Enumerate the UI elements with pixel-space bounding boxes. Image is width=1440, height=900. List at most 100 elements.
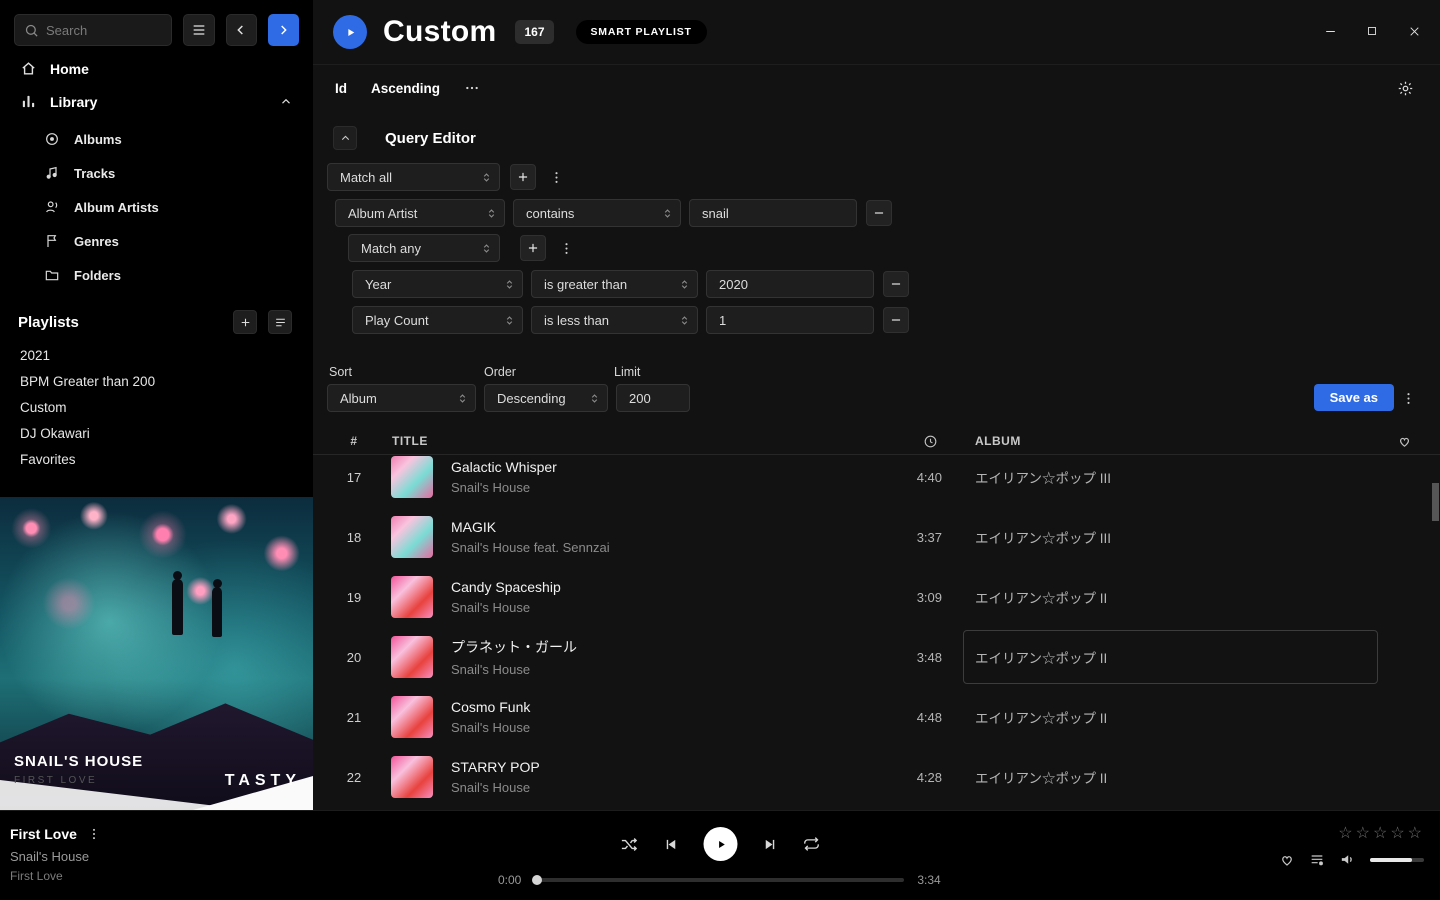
collapse-query-editor-button[interactable] [333, 126, 357, 150]
track-artist[interactable]: Snail's House [451, 480, 831, 495]
track-album-focused[interactable]: エイリアン☆ポップ II [963, 630, 1378, 684]
play-playlist-button[interactable] [333, 15, 367, 49]
table-row[interactable]: 18 MAGIK Snail's House feat. Sennzai 3:3… [329, 507, 1440, 567]
track-artist[interactable]: Snail's House [451, 662, 831, 677]
star-icon[interactable]: ☆ [1390, 825, 1407, 842]
sort-direction-button[interactable]: Ascending [371, 81, 440, 96]
remove-rule-button[interactable] [866, 200, 892, 226]
table-row[interactable]: 20 プラネット・ガール Snail's House 3:48 エイリアン☆ポッ… [329, 627, 1440, 687]
rating-stars[interactable]: ☆☆☆☆☆ [1338, 823, 1425, 843]
group-menu-button[interactable] [556, 235, 576, 261]
maximize-button[interactable] [1354, 16, 1390, 46]
shuffle-button[interactable] [620, 835, 639, 854]
rule-field-select[interactable]: Play Count [352, 306, 523, 334]
playlist-item[interactable]: 2021 [0, 342, 313, 368]
save-as-button[interactable]: Save as [1314, 384, 1394, 411]
now-playing-artwork[interactable]: SNAIL'S HOUSE FIRST LOVE TASTY [0, 497, 313, 810]
settings-gear-button[interactable] [1397, 80, 1414, 97]
track-artist[interactable]: Snail's House [451, 720, 831, 735]
rule-field-select[interactable]: Album Artist [335, 199, 505, 227]
match-all-select[interactable]: Match all [327, 163, 500, 191]
add-rule-button[interactable] [510, 164, 536, 190]
sidebar-nav: Home Library Albums Tracks Al [0, 52, 313, 294]
rule-field-select[interactable]: Year [352, 270, 523, 298]
playlist-item[interactable]: Custom [0, 394, 313, 420]
sort-select[interactable]: Album [327, 384, 476, 412]
star-icon[interactable]: ☆ [1373, 825, 1390, 842]
sidebar-item-genres[interactable]: Genres [0, 224, 313, 258]
header-title[interactable]: TITLE [392, 434, 892, 448]
table-row[interactable]: 19 Candy Spaceship Snail's House 3:09 エイ… [329, 567, 1440, 627]
header-index[interactable]: # [329, 434, 379, 448]
sidebar-item-albums[interactable]: Albums [0, 122, 313, 156]
add-group-rule-button[interactable] [520, 235, 546, 261]
track-album[interactable]: エイリアン☆ポップ III [975, 471, 1111, 486]
track-album[interactable]: エイリアン☆ポップ II [975, 771, 1107, 786]
repeat-button[interactable] [803, 835, 821, 853]
rule-value-input[interactable] [689, 199, 857, 227]
remove-rule-button[interactable] [883, 307, 909, 333]
now-playing-album[interactable]: First Love [10, 869, 101, 883]
track-artist[interactable]: Snail's House feat. Sennzai [451, 540, 831, 555]
rule-operator-select[interactable]: contains [513, 199, 681, 227]
nav-forward-button[interactable] [268, 14, 299, 46]
minimize-button[interactable] [1312, 16, 1348, 46]
match-any-select[interactable]: Match any [348, 234, 500, 262]
now-playing-title[interactable]: First Love [10, 826, 77, 842]
volume-button[interactable] [1339, 851, 1356, 868]
now-playing-artist[interactable]: Snail's House [10, 849, 101, 864]
limit-input[interactable] [616, 384, 690, 412]
table-row[interactable]: 22 STARRY POP Snail's House 4:28 エイリアン☆ポ… [329, 747, 1440, 807]
rule-operator-select[interactable]: is less than [531, 306, 698, 334]
rule-value-input[interactable] [706, 306, 874, 334]
search-input[interactable] [46, 23, 162, 38]
order-select[interactable]: Descending [484, 384, 608, 412]
rule-menu-button[interactable] [546, 164, 566, 190]
header-album[interactable]: ALBUM [975, 434, 1375, 448]
track-artist[interactable]: Snail's House [451, 600, 831, 615]
track-album[interactable]: エイリアン☆ポップ II [975, 591, 1107, 606]
chevron-up-icon[interactable] [279, 95, 293, 109]
favorite-track-button[interactable] [1279, 852, 1295, 868]
track-artist[interactable]: Snail's House [451, 780, 831, 795]
sidebar-item-library[interactable]: Library [0, 85, 313, 118]
track-album[interactable]: エイリアン☆ポップ II [975, 711, 1107, 726]
previous-track-button[interactable] [663, 836, 680, 853]
playlist-item[interactable]: BPM Greater than 200 [0, 368, 313, 394]
close-button[interactable] [1396, 16, 1432, 46]
save-menu-button[interactable] [1398, 385, 1418, 411]
playlist-list-button[interactable] [268, 310, 292, 334]
play-pause-button[interactable] [704, 827, 738, 861]
star-icon[interactable]: ☆ [1356, 825, 1373, 842]
track-album[interactable]: エイリアン☆ポップ III [975, 531, 1111, 546]
duration-clock-icon[interactable] [892, 434, 968, 449]
rule-operator-select[interactable]: is greater than [531, 270, 698, 298]
seek-knob[interactable] [532, 875, 542, 885]
star-icon[interactable]: ☆ [1408, 825, 1425, 842]
volume-slider[interactable] [1370, 858, 1424, 862]
next-track-button[interactable] [762, 836, 779, 853]
sidebar-item-folders[interactable]: Folders [0, 258, 313, 292]
scrollbar-thumb[interactable] [1432, 483, 1439, 521]
seek-track[interactable] [534, 878, 904, 882]
rule-value-input[interactable] [706, 270, 874, 298]
nav-back-button[interactable] [226, 14, 257, 46]
menu-button[interactable] [183, 14, 214, 46]
remove-rule-button[interactable] [883, 271, 909, 297]
sidebar-item-home[interactable]: Home [0, 52, 313, 85]
add-playlist-button[interactable] [233, 310, 257, 334]
favorite-heart-icon[interactable] [1375, 434, 1440, 449]
search-box[interactable] [14, 14, 172, 46]
sidebar-item-album-artists[interactable]: Album Artists [0, 190, 313, 224]
queue-icon [1309, 852, 1325, 868]
queue-button[interactable] [1309, 852, 1325, 868]
sidebar-item-tracks[interactable]: Tracks [0, 156, 313, 190]
table-row[interactable]: 17 Galactic Whisper Snail's House 4:40 エ… [329, 456, 1440, 507]
sort-field-button[interactable]: Id [335, 81, 347, 96]
dots-vertical-icon[interactable] [87, 827, 101, 841]
playlist-item[interactable]: DJ Okawari [0, 420, 313, 446]
more-options-icon[interactable] [464, 80, 480, 96]
playlist-item[interactable]: Favorites [0, 446, 313, 472]
star-icon[interactable]: ☆ [1338, 825, 1355, 842]
table-row[interactable]: 21 Cosmo Funk Snail's House 4:48 エイリアン☆ポ… [329, 687, 1440, 747]
